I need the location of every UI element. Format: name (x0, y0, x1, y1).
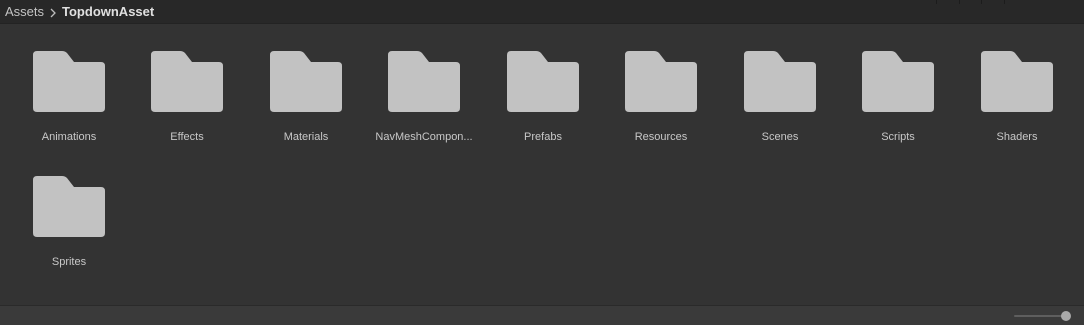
folder-label: Prefabs (524, 131, 562, 143)
folder-icon (151, 51, 223, 112)
chevron-right-icon (47, 4, 59, 19)
folder-label: Materials (283, 131, 329, 143)
folder-label: Scripts (881, 131, 915, 143)
folder-item[interactable]: Prefabs (488, 24, 598, 143)
folder-label: Sprites (51, 256, 87, 268)
toolbar-dividers (934, 0, 1084, 4)
folder-icon (270, 51, 342, 112)
folder-item[interactable]: Shaders (962, 24, 1072, 143)
project-window: Assets TopdownAsset Animations Effects Mat… (0, 0, 1084, 325)
folder-label: Resources (634, 131, 688, 143)
folder-icon (388, 51, 460, 112)
folder-icon (33, 51, 105, 112)
folder-item[interactable]: NavMeshCompon... (369, 24, 479, 143)
folder-icon (981, 51, 1053, 112)
folder-label: Shaders (996, 131, 1038, 143)
zoom-slider-track (1014, 315, 1066, 317)
folder-label: Animations (41, 131, 97, 143)
folder-item[interactable]: Scripts (843, 24, 953, 143)
folder-icon (625, 51, 697, 112)
folder-icon (33, 176, 105, 237)
folder-label: NavMeshCompon... (375, 131, 473, 143)
folder-item[interactable]: Effects (132, 24, 242, 143)
folder-label: Scenes (761, 131, 799, 143)
folder-icon (862, 51, 934, 112)
asset-grid: Animations Effects Materials NavMeshCompon.… (0, 24, 1084, 305)
breadcrumb-root[interactable]: Assets (5, 4, 44, 19)
folder-icon (507, 51, 579, 112)
breadcrumb-current[interactable]: TopdownAsset (62, 4, 154, 19)
folder-item[interactable]: Sprites (14, 149, 124, 268)
folder-icon (744, 51, 816, 112)
folder-item[interactable]: Animations (14, 24, 124, 143)
folder-item[interactable]: Scenes (725, 24, 835, 143)
status-bar (0, 305, 1084, 325)
folder-item[interactable]: Materials (251, 24, 361, 143)
breadcrumb: Assets TopdownAsset (0, 0, 1084, 24)
zoom-slider-thumb[interactable] (1061, 311, 1071, 321)
folder-label: Effects (170, 131, 204, 143)
zoom-slider[interactable] (1014, 311, 1072, 321)
folder-item[interactable]: Resources (606, 24, 716, 143)
